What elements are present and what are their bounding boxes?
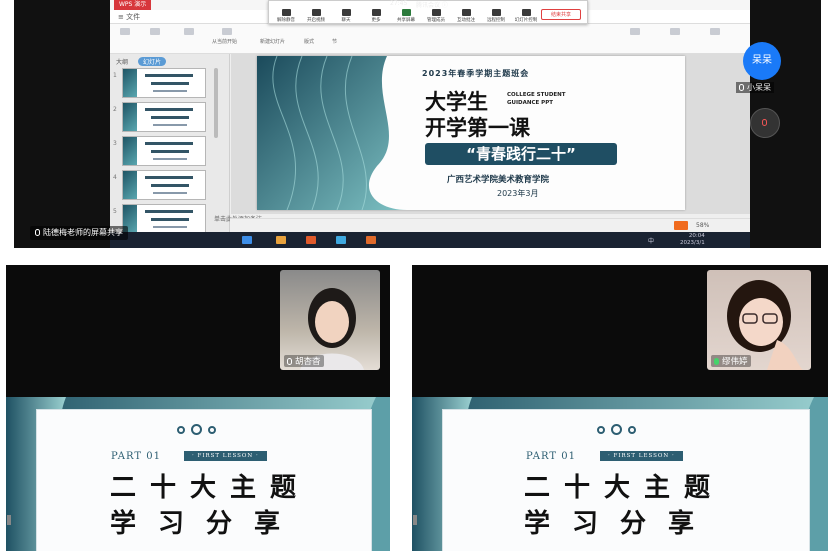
microphone-icon bbox=[739, 84, 744, 91]
participant-panel-left: 胡杏杳 PART 01 · FIRST LESSON · 二十大主题 学习分享 bbox=[6, 265, 390, 551]
chat-button[interactable]: 聊天 bbox=[331, 9, 361, 23]
wps-presentation-window: WPS 演示 ≡ 文件 从当前开始 新建幻灯片 版式 节 大纲 幻灯片 1 2 bbox=[110, 0, 750, 248]
slide-english-line1: COLLEGE STUDENT bbox=[507, 92, 566, 98]
avatar: 呆呆 bbox=[743, 42, 781, 80]
slide-control-button[interactable]: 幻灯片控制 bbox=[511, 9, 541, 23]
slide-title-line1: 二十大主题 bbox=[524, 473, 725, 503]
slide-part-number: PART 01 bbox=[526, 451, 576, 462]
tray-time: 20:04 bbox=[688, 233, 705, 239]
align-icon[interactable] bbox=[630, 28, 640, 35]
video-button[interactable]: 开启视频 bbox=[301, 9, 331, 23]
manage-members-button[interactable]: 管理成员 bbox=[421, 9, 451, 23]
slide-title-line2: 学习分享 bbox=[110, 509, 303, 539]
slide-thumbnail[interactable] bbox=[122, 68, 206, 98]
participant-panel-right: 缪伟婷 PART 01 · FIRST LESSON · 二十大主题 学习分享 bbox=[412, 265, 828, 551]
participant-video[interactable]: 缪伟婷 bbox=[707, 270, 811, 370]
cut-icon[interactable] bbox=[184, 28, 194, 35]
end-share-button[interactable]: 结束共享 bbox=[541, 9, 581, 20]
section-button[interactable]: 节 bbox=[332, 38, 337, 45]
microphone-icon bbox=[35, 229, 40, 236]
taskbar-app-icon[interactable] bbox=[242, 236, 252, 244]
thumbnail-number: 4 bbox=[113, 174, 117, 181]
annotate-button[interactable]: 互动批注 bbox=[451, 9, 481, 23]
taskbar-app-icon[interactable] bbox=[366, 236, 376, 244]
slide-thumbnail-sidebar: 大纲 幻灯片 1 2 3 4 5 bbox=[110, 54, 230, 234]
windows-taskbar: 中 20:04 2023/3/1 bbox=[110, 232, 750, 248]
tab-slides[interactable]: 幻灯片 bbox=[137, 57, 166, 66]
slide-theme-pill: “青春践行二十” bbox=[425, 143, 617, 165]
slide-title-line2: 开学第一课 bbox=[425, 115, 530, 140]
participant-name-label: 胡杏杳 bbox=[284, 355, 324, 367]
microphone-icon bbox=[714, 358, 719, 365]
participant-name-label: 缪伟婷 bbox=[711, 355, 751, 367]
slide-part-number: PART 01 bbox=[111, 451, 161, 462]
slide-thumbnail[interactable] bbox=[122, 136, 206, 166]
thumbnail-number: 1 bbox=[113, 72, 117, 79]
mute-toggle-button[interactable] bbox=[750, 108, 780, 138]
sidebar-scrollbar[interactable] bbox=[214, 68, 218, 138]
meeting-timer: 27:45 bbox=[390, 0, 408, 7]
paste-icon[interactable] bbox=[150, 28, 160, 35]
zoom-level[interactable]: 58% bbox=[696, 222, 709, 229]
taskbar-app-icon[interactable] bbox=[276, 236, 286, 244]
shape-icon[interactable] bbox=[670, 28, 680, 35]
remote-control-button[interactable]: 远程控制 bbox=[481, 9, 511, 23]
share-screen-button[interactable]: 共享屏幕 bbox=[391, 9, 421, 23]
current-slide[interactable]: 2023年春季学期主题班会 大学生 COLLEGE STUDENT GUIDAN… bbox=[257, 56, 685, 210]
sidebar-tabs: 大纲 幻灯片 bbox=[116, 57, 166, 66]
microphone-muted-icon bbox=[762, 119, 767, 126]
thumbnail-number: 5 bbox=[113, 208, 117, 215]
tray-date: 2023/3/1 bbox=[680, 240, 705, 246]
slide-title-line1: 二十大主题 bbox=[110, 473, 311, 503]
wps-logo[interactable]: WPS 演示 bbox=[114, 0, 152, 10]
file-menu[interactable]: ≡ 文件 bbox=[118, 12, 140, 22]
home-icon[interactable] bbox=[120, 28, 130, 35]
layout-button[interactable]: 版式 bbox=[304, 38, 314, 45]
participant-name-label: 小呆呆 bbox=[736, 82, 774, 93]
shared-slide[interactable]: PART 01 · FIRST LESSON · 二十大主题 学习分享 bbox=[6, 397, 390, 551]
wps-statusbar: 58% bbox=[230, 218, 750, 232]
microphone-icon bbox=[287, 358, 292, 365]
dots-decoration bbox=[174, 423, 219, 435]
slide-date: 2023年3月 bbox=[497, 189, 539, 198]
meeting-app-name: 腾讯会议 ⓘ bbox=[416, 2, 448, 9]
play-icon[interactable] bbox=[674, 221, 688, 230]
thumbnail-number: 3 bbox=[113, 140, 117, 147]
slide-thumbnail[interactable] bbox=[122, 204, 206, 234]
slide-english-line2: GUIDANCE PPT bbox=[507, 100, 553, 106]
thumbnail-number: 2 bbox=[113, 106, 117, 113]
wps-toolbar: 从当前开始 新建幻灯片 版式 节 bbox=[110, 24, 750, 54]
tab-outline[interactable]: 大纲 bbox=[116, 57, 128, 66]
slide-canvas: 2023年春季学期主题班会 大学生 COLLEGE STUDENT GUIDAN… bbox=[231, 54, 750, 214]
slide-thumbnail[interactable] bbox=[122, 102, 206, 132]
slide-term-heading: 2023年春季学期主题班会 bbox=[422, 69, 530, 78]
panel-handle[interactable] bbox=[413, 515, 417, 525]
arrange-icon[interactable] bbox=[710, 28, 720, 35]
new-slide-button[interactable]: 新建幻灯片 bbox=[260, 38, 285, 45]
self-participant-card[interactable]: 呆呆 小呆呆 bbox=[726, 34, 796, 96]
screen-share-owner-label: 陆德梅老师的屏幕共享 bbox=[30, 226, 128, 240]
shared-slide[interactable]: PART 01 · FIRST LESSON · 二十大主题 学习分享 bbox=[412, 397, 828, 551]
slide-part-tag: · FIRST LESSON · bbox=[184, 451, 267, 461]
panel-handle[interactable] bbox=[7, 515, 11, 525]
tray-clock[interactable]: 20:04 2023/3/1 bbox=[680, 233, 705, 247]
slide-part-tag: · FIRST LESSON · bbox=[600, 451, 683, 461]
more-button[interactable]: 更多 bbox=[361, 9, 391, 23]
slide-organization: 广西艺术学院美术教育学院 bbox=[447, 175, 550, 185]
taskbar-app-icon[interactable] bbox=[336, 236, 346, 244]
slide-title-line2: 学习分享 bbox=[524, 509, 717, 539]
screen-share-panel: WPS 演示 ≡ 文件 从当前开始 新建幻灯片 版式 节 大纲 幻灯片 1 2 bbox=[14, 0, 821, 248]
taskbar-app-icon[interactable] bbox=[306, 236, 316, 244]
format-icon[interactable] bbox=[222, 28, 232, 35]
unmute-button[interactable]: 解除静音 bbox=[271, 9, 301, 23]
dots-decoration bbox=[594, 423, 639, 435]
from-current-button[interactable]: 从当前开始 bbox=[212, 38, 237, 45]
ime-indicator[interactable]: 中 bbox=[648, 236, 654, 245]
participant-video[interactable]: 胡杏杳 bbox=[280, 270, 380, 370]
wave-decoration bbox=[257, 56, 407, 210]
slide-thumbnail[interactable] bbox=[122, 170, 206, 200]
